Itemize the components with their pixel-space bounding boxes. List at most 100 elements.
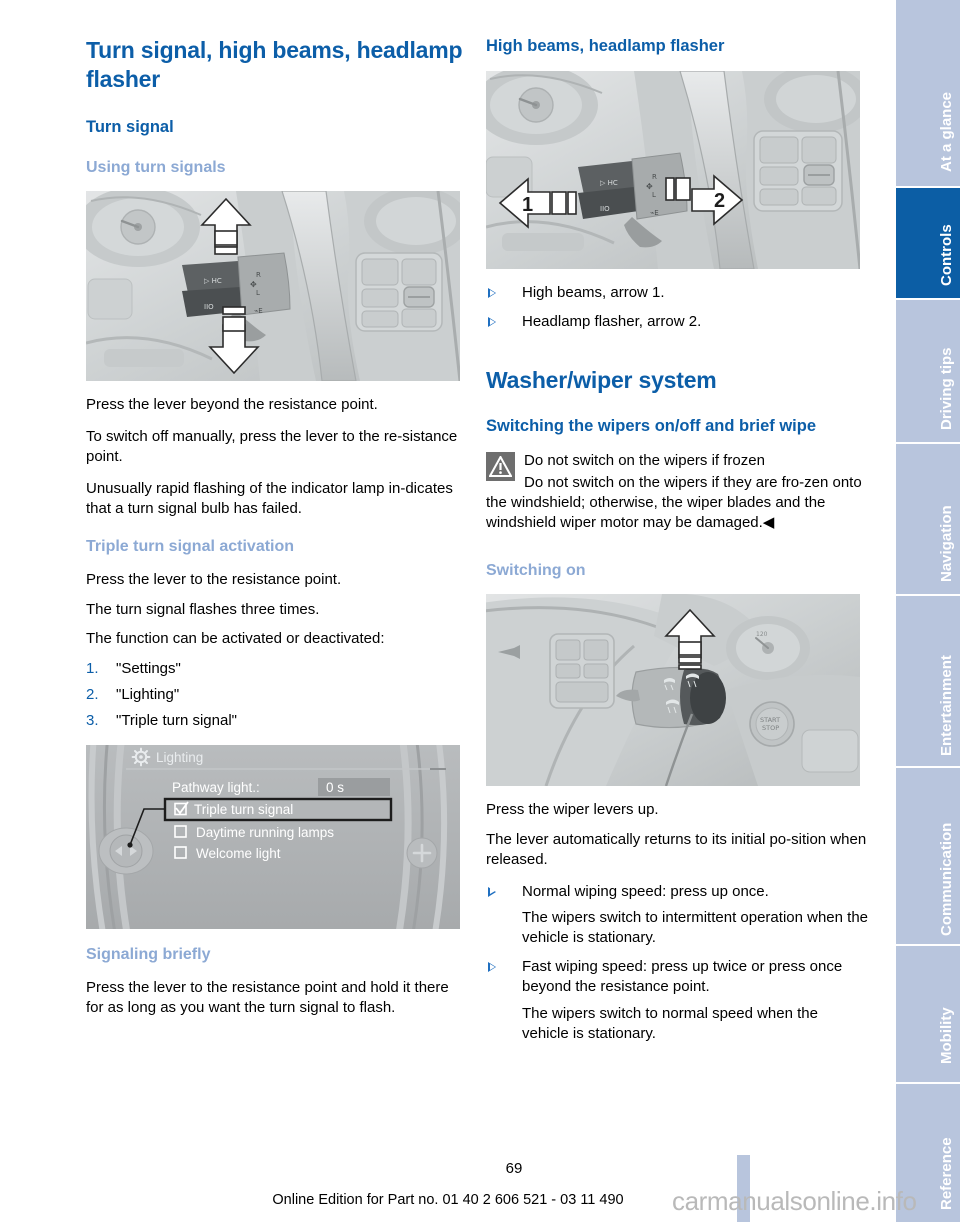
list-item: High beams, arrow 1. [486,283,868,303]
sidebar-tab-label: At a glance [938,91,955,172]
triangle-bullet-icon [488,962,496,973]
paragraph-function-activated: The function can be activated or deactiv… [86,630,385,648]
idrive-menu-illustration: Lighting Pathway light.: 0 s Triple turn… [86,745,460,930]
section-turn-signal: Turn signal [86,117,174,136]
sidebar-tab-label: Driving tips [938,347,955,430]
triangle-bullet-icon [488,288,496,299]
svg-text:L: L [652,191,656,199]
svg-text:R: R [256,271,261,279]
subheading-switching-wipers: Switching the wipers on/off and brief wi… [486,416,817,435]
bullets-wiper-speeds: Normal wiping speed: press up once. The … [486,882,868,1045]
arrow-label-2: 2 [714,190,725,212]
sidebar-tab-label: Navigation [938,505,955,582]
sidebar-tab-label: Controls [938,224,955,286]
svg-text:R: R [652,173,657,181]
warning-block: Do not switch on the wipers if frozen Do… [486,451,868,533]
svg-text:STOP: STOP [762,724,779,732]
left-column: Turn signal, high beams, headlamp flashe… [86,36,468,1030]
subheading-triple-turn-signal: Triple turn signal activation [86,537,295,555]
bullet-text: Normal wiping speed: press up once. [522,882,769,900]
idrive-row-daytime-label: Daytime running lamps [196,825,334,840]
paragraph-rapid-flashing: Unusually rapid flashing of the indicato… [86,479,453,517]
page-number: 69 [0,1160,896,1177]
svg-text:START: START [760,716,780,724]
sidebar-tab-label: Communication [938,822,955,936]
page-number-value: 69 [505,1160,523,1177]
warning-title: Do not switch on the wipers if frozen [524,452,765,470]
subheading-switching-on: Switching on [486,561,586,579]
sidebar-tab-label: Entertainment [938,655,955,756]
subheading-using-turn-signals: Using turn signals [86,159,226,177]
paragraph-press-lever: Press the lever beyond the resistance po… [86,396,378,414]
figure-wiper-lever: 120 START STOP [486,593,860,786]
svg-text:IIO: IIO [600,205,610,213]
sidebar-tab-communication[interactable]: Communication [896,768,960,944]
sidebar-tab-entertainment[interactable]: Entertainment [896,596,960,766]
idrive-row-triple-label: Triple turn signal [194,802,293,817]
section-washer-wiper: Washer/wiper system [486,367,717,394]
paragraph-signaling-briefly: Press the lever to the resistance point … [86,979,449,1016]
step-label: "Triple turn signal" [116,712,237,730]
bullet-text: Fast wiping speed: press up twice or pre… [522,958,843,996]
paragraph-lever-returns: The lever automatically returns to its i… [486,830,867,868]
sidebar-tab-mobility[interactable]: Mobility [896,946,960,1082]
bullet-continuation: The wipers switch to normal speed when t… [522,1005,818,1043]
chapter-sidebar: At a glance Controls Driving tips Naviga… [896,0,960,1222]
list-item: 2. "Lighting" [86,685,468,705]
bullets-high-beams: High beams, arrow 1. Headlamp flasher, a… [486,283,868,332]
step-label: "Settings" [116,660,181,678]
paragraph-press-wiper-levers: Press the wiper levers up. [486,800,659,818]
subheading-signaling-briefly: Signaling briefly [86,946,211,964]
sidebar-tab-at-a-glance[interactable]: At a glance [896,0,960,186]
gear-icon [131,747,151,767]
svg-text:L: L [256,289,260,297]
subheading-high-beams: High beams, headlamp flasher [486,37,725,55]
step-number: 1. [86,660,99,678]
svg-text:⌁E: ⌁E [650,209,659,217]
list-item: Normal wiping speed: press up once. The … [486,882,868,949]
paragraph-flashes-three-times: The turn signal flashes three times. [86,600,320,618]
idrive-row-welcome-label: Welcome light [196,846,281,861]
figure-high-beams-lever: ▷ HC IIO R ✥ L ⌁E 1 2 [486,71,860,270]
paragraph-switch-off-manually: To switch off manually, press the lever … [86,428,458,465]
high-beams-lever-illustration: ▷ HC IIO R ✥ L ⌁E 1 2 [486,71,860,270]
bullet-text: High beams, arrow 1. [522,284,665,302]
svg-text:✥: ✥ [646,182,653,191]
triangle-bullet-icon [488,317,496,328]
right-column: High beams, headlamp flasher ▷ HC IIO R … [486,36,868,1054]
svg-text:▷ HC: ▷ HC [600,179,618,187]
svg-text:IIO: IIO [204,303,214,311]
warning-text: Do not switch on the wipers if they are … [486,474,862,531]
step-number: 3. [86,712,99,730]
list-item: 3. "Triple turn signal" [86,711,468,731]
arrow-label-1: 1 [522,194,533,216]
steps-list: 1. "Settings" 2. "Lighting" 3. "Triple t… [86,659,468,731]
sidebar-tab-label: Mobility [938,1007,955,1064]
page-title: Turn signal, high beams, headlamp flashe… [86,37,463,93]
figure-idrive-lighting-menu: Lighting Pathway light.: 0 s Triple turn… [86,745,460,930]
turn-signal-lever-illustration: ▷ HC IIO R ✥ L ⌁E [86,191,460,382]
sidebar-tab-driving-tips[interactable]: Driving tips [896,300,960,442]
list-item: Headlamp flasher, arrow 2. [486,312,868,332]
list-item: 1. "Settings" [86,659,468,679]
svg-text:✥: ✥ [250,280,257,289]
svg-text:⌁E: ⌁E [254,307,263,315]
idrive-row-pathway-value: 0 s [326,780,344,795]
bullet-text: Headlamp flasher, arrow 2. [522,313,702,331]
figure-turn-signal-lever: ▷ HC IIO R ✥ L ⌁E [86,191,460,382]
idrive-menu-title: Lighting [156,750,203,765]
warning-triangle-icon [486,452,515,482]
wiper-lever-illustration: 120 START STOP [486,593,860,786]
sidebar-tab-label: Reference [938,1137,955,1210]
paragraph-press-to-resistance: Press the lever to the resistance point. [86,570,342,588]
idrive-row-pathway-label: Pathway light.: [172,780,260,795]
step-label: "Lighting" [116,686,180,704]
triangle-bullet-icon [488,886,496,897]
step-number: 2. [86,686,99,704]
svg-text:▷ HC: ▷ HC [204,277,222,285]
list-item: Fast wiping speed: press up twice or pre… [486,957,868,1044]
manual-page: Turn signal, high beams, headlamp flashe… [0,0,960,1222]
bullet-continuation: The wipers switch to intermittent operat… [522,909,869,947]
sidebar-tab-navigation[interactable]: Navigation [896,444,960,594]
sidebar-tab-controls[interactable]: Controls [896,188,960,298]
